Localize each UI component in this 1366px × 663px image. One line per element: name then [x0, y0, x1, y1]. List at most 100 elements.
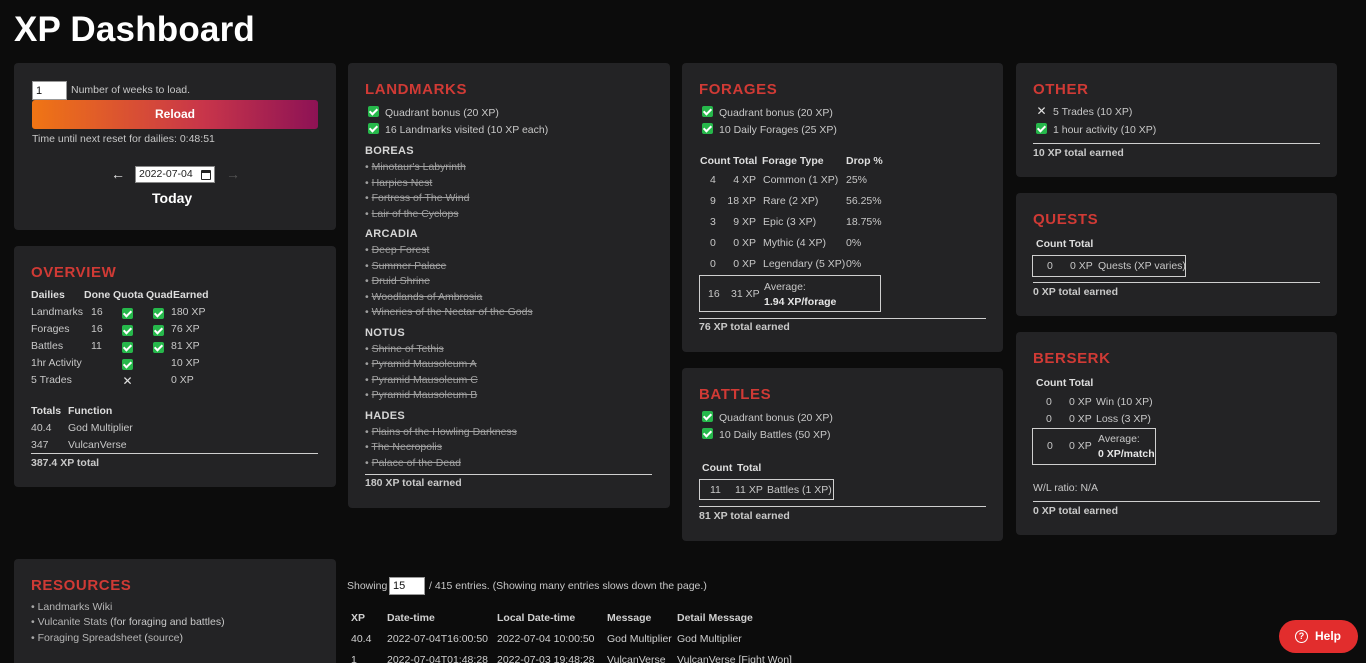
date-picker[interactable]: 2022-07-04	[135, 166, 215, 183]
overview-grand-total: 387.4 XP total	[31, 457, 100, 469]
quests-card: QUESTS Count Total 0 0 XP Quests (XP var…	[1016, 193, 1337, 316]
showing-label: Showing	[347, 580, 388, 592]
overview-row-name: 5 Trades	[31, 374, 72, 386]
log-cell: God Multiplier	[607, 633, 672, 645]
check-icon	[122, 342, 133, 353]
forages-total: 76 XP total earned	[699, 321, 790, 333]
landmark-name: Plains of the Howling Darkness	[371, 425, 517, 438]
overview-title: OVERVIEW	[31, 264, 117, 281]
landmark-name: The Necropolis	[371, 441, 443, 453]
log-cell: VulcanVerse [Fight Won]	[677, 654, 792, 663]
landmark-item: • Harpies Nest	[365, 177, 432, 189]
resource-item: • Foraging Spreadsheet (source)	[31, 632, 183, 644]
forage-avg-value: 1.94 XP/forage	[764, 296, 837, 308]
total-function: God Multiplier	[68, 422, 133, 434]
bullet: •	[365, 207, 372, 220]
quest-count: 0	[1047, 260, 1053, 272]
check-icon	[368, 106, 379, 117]
overview-row-name: Forages	[31, 323, 70, 335]
landmark-name: Pyramid Mausoleum B	[371, 389, 478, 401]
forage-total: 18 XP	[727, 195, 756, 207]
battles-title: BATTLES	[699, 386, 772, 403]
overview-header-quota: Quota	[113, 289, 144, 301]
log-header: Local Date-time	[497, 612, 576, 624]
bullet: •	[365, 176, 372, 189]
landmark-name: Minotaur's Labyrinth	[371, 161, 466, 173]
landmark-item: • Lair of the Cyclops	[365, 208, 459, 220]
landmark-item: • Palace of the Dead	[365, 457, 461, 469]
forage-count: 3	[710, 216, 716, 228]
total-value: 40.4	[31, 422, 52, 434]
log-cell: 2022-07-04T16:00:50	[387, 633, 488, 645]
resource-item: • Landmarks Wiki	[31, 601, 113, 613]
overview-row-earned: 0 XP	[171, 374, 194, 386]
forage-drop: 25%	[846, 174, 868, 186]
landmarks-wiki-link[interactable]: Landmarks Wiki	[38, 601, 113, 613]
landmark-name: Pyramid Mausoleum C	[371, 373, 478, 386]
landmark-name: Pyramid Mausoleum A	[371, 358, 477, 370]
help-button[interactable]: ? Help	[1279, 620, 1358, 653]
berserk-sum-count: 0	[1047, 440, 1053, 452]
landmark-item: • Druid Shrine	[365, 275, 430, 287]
forage-type: Mythic (4 XP)	[763, 237, 827, 249]
berserk-win-total: 0 XP	[1069, 396, 1092, 408]
forages-card: FORAGES Quadrant bonus (20 XP) 10 Daily …	[682, 63, 1003, 352]
landmark-item: • Minotaur's Labyrinth	[365, 161, 466, 173]
log-header: Message	[607, 612, 652, 624]
berserk-win-count: 0	[1046, 396, 1052, 408]
bullet: •	[365, 259, 372, 272]
forage-count: 0	[710, 237, 716, 249]
landmark-name: Wineries of the Nectar of the Gods	[371, 306, 533, 318]
overview-card: OVERVIEW Dailies Done Quota Quad Earned …	[14, 246, 336, 487]
region-heading: NOTUS	[365, 326, 405, 339]
overview-row-done: 16	[91, 323, 103, 335]
landmark-item: • Pyramid Mausoleum A	[365, 358, 477, 370]
berserk-sum-total: 0 XP	[1069, 440, 1092, 452]
bullet: •	[365, 425, 372, 438]
calendar-icon	[201, 170, 211, 180]
entries-input[interactable]	[389, 577, 425, 595]
forage-avg-label: Average:	[764, 281, 806, 293]
bonus-item: Quadrant bonus (20 XP)	[702, 106, 833, 119]
vulcanite-stats-link[interactable]: Vulcanite Stats	[38, 616, 108, 628]
landmark-name: Deep Forest	[371, 244, 430, 256]
resource-item: • Vulcanite Stats (for foraging and batt…	[31, 616, 225, 628]
forages-title: FORAGES	[699, 81, 778, 98]
region-heading: ARCADIA	[365, 228, 418, 240]
forage-header-type: Forage Type	[762, 155, 824, 167]
weeks-input[interactable]	[32, 81, 67, 100]
foraging-spreadsheet-link[interactable]: Foraging Spreadsheet	[38, 632, 142, 644]
prev-day-arrow-icon[interactable]: ←	[111, 166, 125, 182]
berserk-win-label: Win (10 XP)	[1096, 396, 1153, 408]
divider	[1033, 143, 1320, 144]
berserk-header-total: Total	[1069, 377, 1094, 389]
forage-type: Common (1 XP)	[763, 174, 839, 186]
battles-card: BATTLES Quadrant bonus (20 XP) 10 Daily …	[682, 368, 1003, 541]
forage-total: 0 XP	[733, 258, 756, 270]
check-icon	[368, 123, 379, 134]
next-day-arrow-icon[interactable]: →	[226, 166, 240, 182]
source-link[interactable]: source	[148, 632, 180, 644]
overview-header-earned: Earned	[173, 289, 209, 301]
check-icon	[702, 411, 713, 422]
bullet: •	[365, 244, 372, 256]
forage-type: Epic (3 XP)	[763, 216, 817, 228]
forage-total: 4 XP	[733, 174, 756, 186]
check-icon	[1036, 123, 1047, 134]
reload-button[interactable]: Reload	[32, 100, 318, 129]
landmark-item: • Plains of the Howling Darkness	[365, 426, 517, 438]
other-total: 10 XP total earned	[1033, 147, 1124, 159]
landmark-name: Harpies Nest	[371, 176, 433, 189]
forage-sum-count: 16	[708, 288, 720, 300]
bullet: •	[365, 373, 372, 386]
log-cell: VulcanVerse	[607, 654, 666, 663]
bonus-item: Quadrant bonus (20 XP)	[702, 411, 833, 424]
total-function: VulcanVerse	[68, 439, 127, 451]
landmark-name: Shrine of Tethis	[371, 342, 444, 355]
forage-drop: 56.25%	[846, 195, 882, 207]
totals-header: Totals	[31, 405, 62, 417]
bullet: •	[365, 358, 372, 370]
log-cell: 2022-07-04T01:48:28	[387, 654, 488, 663]
log-cell: God Multiplier	[677, 633, 742, 645]
landmark-name: Druid Shrine	[371, 275, 430, 287]
